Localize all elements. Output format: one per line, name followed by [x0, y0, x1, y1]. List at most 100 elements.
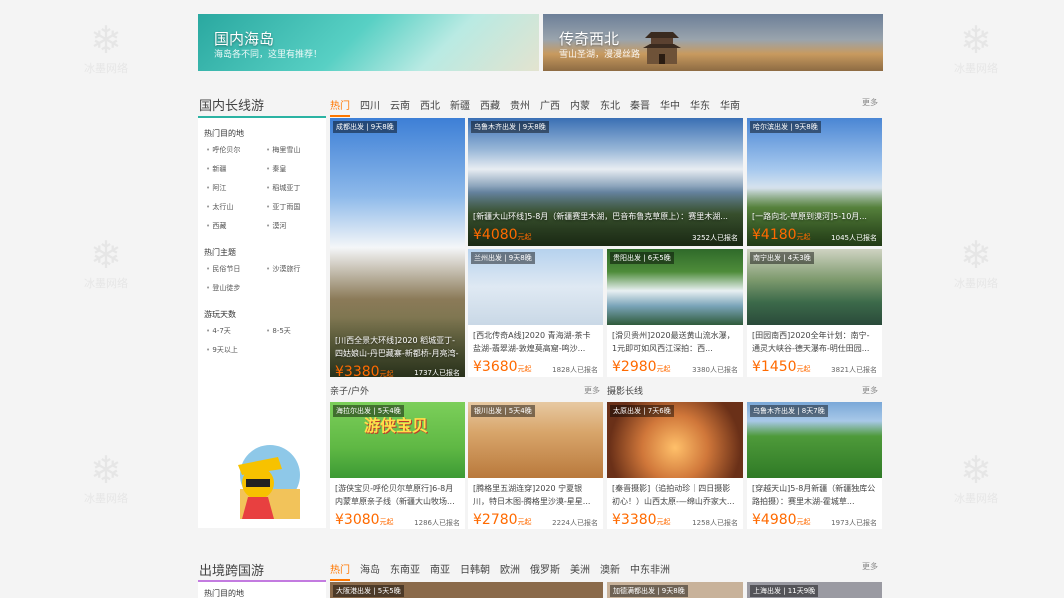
tab-northwest[interactable]: 西北 [420, 97, 440, 117]
sidebar-item[interactable]: 秦皇 [266, 164, 326, 174]
tour-card[interactable]: 乌鲁木齐出发 | 8天7晚 [穿越天山]5-8月新疆（新疆独库公路拍摄）：赛里木… [747, 402, 882, 529]
tour-title: [穿越天山]5-8月新疆（新疆独库公路拍摄）：赛里木湖-霍城草... [752, 484, 876, 506]
tab-south-asia[interactable]: 南亚 [430, 561, 450, 581]
departure-tag: 成都出发 | 9天8晚 [333, 121, 397, 133]
sidebar-item[interactable]: 阿江 [206, 183, 266, 193]
tab-oceania[interactable]: 澳新 [600, 561, 620, 581]
banner-title: 国内海岛 [214, 30, 275, 48]
sidebar-item[interactable]: 漠河 [266, 221, 326, 231]
departure-tag: 南宁出发 | 4天3晚 [750, 252, 814, 264]
tour-card[interactable]: 成都出发 | 9天8晚 [川西全景大环线]2020 稻城亚丁-四姑娘山-丹巴藏寨… [330, 118, 465, 377]
sidebar-item[interactable]: 9天以上 [206, 345, 266, 355]
departure-tag: 乌鲁木齐出发 | 8天7晚 [750, 405, 828, 417]
sidebar-list: 4-7天 8-5天 9天以上 [198, 326, 326, 355]
tour-card[interactable]: 南宁出发 | 4天3晚 [田园南西]2020全年计划：南宁-通灵大峡谷-德天瀑布… [747, 249, 882, 377]
tour-price: ¥4080元起 [473, 227, 532, 243]
tab-qinjin[interactable]: 秦晋 [630, 97, 650, 117]
more-link[interactable]: 更多 [862, 561, 878, 572]
enroll-count: 1286人已报名 [414, 519, 460, 527]
sidebar-item[interactable]: 亚丁雨国 [266, 202, 326, 212]
tour-price: ¥3080元起 [335, 512, 394, 528]
sidebar-item[interactable]: 西藏 [206, 221, 266, 231]
departure-tag: 大阪港出发 | 5天5晚 [333, 585, 404, 597]
tour-card[interactable]: 游侠宝贝 海拉尔出发 | 5天4晚 [游侠宝贝-呼伦贝尔草原行]6-8月内蒙草原… [330, 402, 465, 529]
enroll-count: 3380人已报名 [692, 366, 738, 374]
snowflake-icon: ❄ [90, 233, 122, 277]
section-title-domestic: 国内长线游 [199, 99, 265, 114]
tour-card[interactable]: 哈尔滨出发 | 9天8晚 [一路向北-草原到漠河]5-10月... ¥4180元… [747, 118, 882, 246]
tour-card[interactable]: 银川出发 | 5天4晚 [腾格里五湖连穿]2020 宁夏银川，特日木图-腾格里沙… [468, 402, 603, 529]
tour-card[interactable]: 兰州出发 | 9天8晚 [西北传奇A线]2020 青海湖-茶卡盐湖-翡翠湖-敦煌… [468, 249, 603, 377]
snowflake-icon: ❄ [90, 448, 122, 492]
banner-northwest[interactable]: 传奇西北 雪山圣湖，漫漫丝路 [543, 14, 883, 71]
sidebar-item[interactable]: 梅里雪山 [266, 145, 326, 155]
sidebar-heading: 游玩天数 [204, 310, 236, 319]
tour-card[interactable]: 乌鲁木齐出发 | 9天8晚 [新疆大山环线]5-8月（新疆赛里木湖，巴音布鲁克草… [468, 118, 743, 246]
tab-europe[interactable]: 欧洲 [500, 561, 520, 581]
section-title-outbound: 出境跨国游 [199, 564, 265, 579]
snowflake-icon: ❄ [960, 233, 992, 277]
watermark: ❄ 冰墨网络 [76, 235, 136, 291]
tab-xinjiang[interactable]: 新疆 [450, 97, 470, 117]
tab-central[interactable]: 华中 [660, 97, 680, 117]
sidebar-item[interactable]: 稻城亚丁 [266, 183, 326, 193]
departure-tag: 海拉尔出发 | 5天4晚 [333, 405, 404, 417]
enroll-count: 1737人已报名 [414, 369, 460, 377]
tour-price: ¥3680元起 [473, 359, 532, 375]
sidebar-item[interactable]: 8-5天 [266, 326, 326, 336]
tab-south[interactable]: 华南 [720, 97, 740, 117]
departure-tag: 银川出发 | 5天4晚 [471, 405, 535, 417]
tour-card[interactable]: 贵阳出发 | 6天5晚 [滑贝贵州]2020最送黄山流水瀑，1元即可如风西江深拍… [607, 249, 743, 377]
more-link[interactable]: 更多 [862, 385, 878, 396]
tab-guizhou[interactable]: 贵州 [510, 97, 530, 117]
departure-tag: 乌鲁木齐出发 | 9天8晚 [471, 121, 549, 133]
tab-middle-east-africa[interactable]: 中东非洲 [630, 561, 670, 581]
tour-title: [田园南西]2020全年计划：南宁-通灵大峡谷-德天瀑布-明仕田园... [752, 331, 870, 353]
sidebar-item[interactable]: 太行山 [206, 202, 266, 212]
tab-hot[interactable]: 热门 [330, 561, 350, 581]
tour-title: [秦晋摄影]（追拍动珍｜四日摄影初心！）山西太原-—绵山乔家大... [612, 484, 735, 506]
enroll-count: 3252人已报名 [692, 234, 738, 242]
tour-card[interactable]: 太原出发 | 7天6晚 [秦晋摄影]（追拍动珍｜四日摄影初心！）山西太原-—绵山… [607, 402, 743, 529]
tab-northeast[interactable]: 东北 [600, 97, 620, 117]
tab-hot[interactable]: 热门 [330, 97, 350, 117]
tab-yunnan[interactable]: 云南 [390, 97, 410, 117]
more-link[interactable]: 更多 [584, 385, 600, 396]
pagoda-illustration [643, 32, 681, 64]
enroll-count: 2224人已报名 [552, 519, 598, 527]
snowflake-icon: ❄ [90, 18, 122, 62]
tab-americas[interactable]: 美洲 [570, 561, 590, 581]
sidebar-item[interactable]: 呼伦贝尔 [206, 145, 266, 155]
tab-tibet[interactable]: 西藏 [480, 97, 500, 117]
sidebar-item[interactable]: 新疆 [206, 164, 266, 174]
tour-title: [西北传奇A线]2020 青海湖-茶卡盐湖-翡翠湖-敦煌莫高窟-鸣沙... [473, 331, 591, 353]
sidebar-list: 民俗节日 沙漠旅行 登山徒步 [198, 264, 326, 293]
sidebar-item[interactable]: 沙漠旅行 [266, 264, 326, 274]
banner-title: 传奇西北 [559, 30, 620, 48]
tour-card[interactable]: 加德满都出发 | 9天8晚 [607, 582, 743, 598]
tour-card[interactable]: 大阪港出发 | 5天5晚 [330, 582, 603, 598]
tour-title: [一路向北-草原到漠河]5-10月... [752, 212, 867, 221]
tab-islands[interactable]: 海岛 [360, 561, 380, 581]
tour-title: [滑贝贵州]2020最送黄山流水瀑，1元即可如风西江深拍：西... [612, 331, 735, 353]
tab-southeast-asia[interactable]: 东南亚 [390, 561, 420, 581]
tour-card[interactable]: 上海出发 | 11天9晚 [747, 582, 882, 598]
tab-guangxi[interactable]: 广西 [540, 97, 560, 117]
more-link[interactable]: 更多 [862, 97, 878, 108]
tab-east[interactable]: 华东 [690, 97, 710, 117]
watermark: ❄ 冰墨网络 [76, 20, 136, 76]
tab-sichuan[interactable]: 四川 [360, 97, 380, 117]
snowflake-icon: ❄ [960, 448, 992, 492]
tab-russia[interactable]: 俄罗斯 [530, 561, 560, 581]
tour-title: [腾格里五湖连穿]2020 宁夏银川，特日木图-腾格里沙漠-星星... [473, 484, 591, 506]
sidebar-item[interactable]: 登山徒步 [206, 283, 266, 293]
departure-tag: 上海出发 | 11天9晚 [750, 585, 819, 597]
section-title-family: 亲子/户外 [330, 387, 370, 397]
departure-tag: 贵阳出发 | 6天5晚 [610, 252, 674, 264]
tab-inner-mongolia[interactable]: 内蒙 [570, 97, 590, 117]
banner-domestic-islands[interactable]: 国内海岛 海岛各不同，这里有推荐！ [198, 14, 539, 71]
tab-japan-korea[interactable]: 日韩朝 [460, 561, 490, 581]
outbound-sidebar: 热门目的地 [198, 582, 326, 598]
sidebar-item[interactable]: 民俗节日 [206, 264, 266, 274]
sidebar-item[interactable]: 4-7天 [206, 326, 266, 336]
